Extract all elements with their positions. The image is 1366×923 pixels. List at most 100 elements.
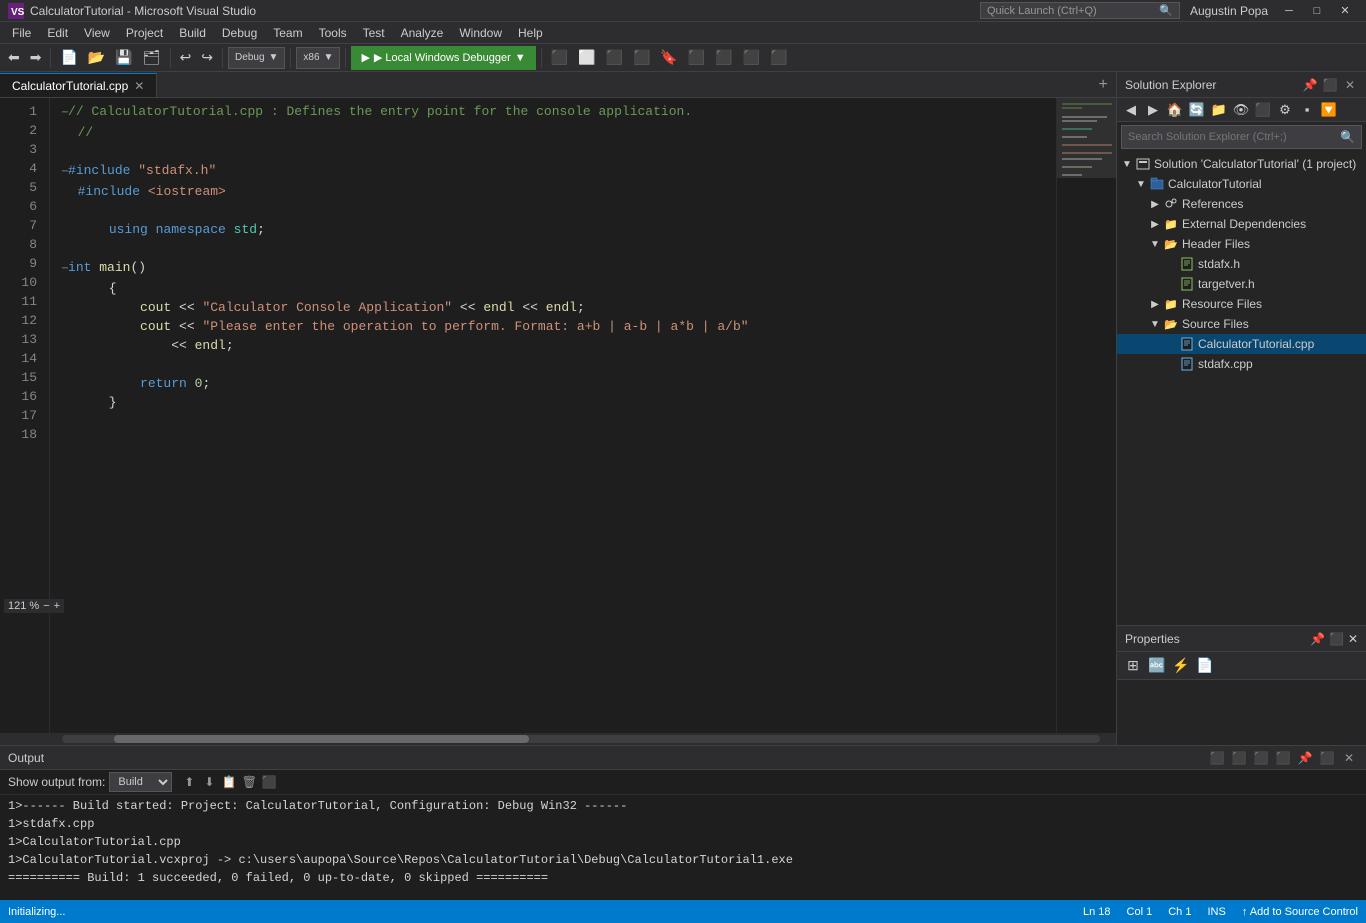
code-content[interactable]: 12345 678910 1112131415 161718 ─// Calcu… bbox=[0, 98, 1116, 733]
menu-build[interactable]: Build bbox=[171, 22, 214, 44]
output-clear2-btn[interactable]: 🗑 bbox=[240, 773, 258, 791]
output-find-btn[interactable]: ⬛ bbox=[1252, 749, 1270, 767]
se-new-folder-btn[interactable]: 📁 bbox=[1209, 100, 1229, 120]
quick-launch-search[interactable]: Quick Launch (Ctrl+Q) 🔍 bbox=[980, 2, 1180, 19]
se-collapse-btn[interactable]: ⬛ bbox=[1253, 100, 1273, 120]
menu-window[interactable]: Window bbox=[451, 22, 510, 44]
expander-header-files[interactable]: ▼ bbox=[1147, 239, 1163, 250]
output-down-btn[interactable]: ⬇ bbox=[200, 773, 218, 791]
toolbar-btn-3[interactable]: ⬛ bbox=[629, 46, 654, 70]
menu-help[interactable]: Help bbox=[510, 22, 551, 44]
output-pin-btn[interactable]: 📌 bbox=[1296, 749, 1314, 767]
status-ln[interactable]: Ln 18 bbox=[1083, 906, 1111, 918]
tree-item-stdafx-h[interactable]: stdafx.h bbox=[1117, 254, 1366, 274]
tree-item-resource-files[interactable]: ▶ 📁 Resource Files bbox=[1117, 294, 1366, 314]
prop-events-btn[interactable]: ⚡ bbox=[1171, 656, 1191, 676]
new-project-button[interactable]: 📄 bbox=[56, 46, 81, 70]
output-source-select[interactable]: Build Debug bbox=[109, 772, 172, 792]
debug-config-dropdown[interactable]: Debug ▼ bbox=[228, 47, 285, 69]
minimize-button[interactable]: ─ bbox=[1276, 1, 1302, 21]
forward-button[interactable]: ➡ bbox=[26, 46, 46, 70]
output-close-btn[interactable]: ✕ bbox=[1340, 749, 1358, 767]
toolbar-btn-6[interactable]: ⬛ bbox=[739, 46, 764, 70]
expander-references[interactable]: ▶ bbox=[1147, 199, 1163, 210]
prop-categorized-btn[interactable]: ⊞ bbox=[1123, 656, 1143, 676]
toolbar-btn-2[interactable]: ⬛ bbox=[602, 46, 627, 70]
expander-resource-files[interactable]: ▶ bbox=[1147, 299, 1163, 310]
platform-dropdown[interactable]: x86 ▼ bbox=[296, 47, 340, 69]
toolbar-btn-5[interactable]: ⬛ bbox=[711, 46, 736, 70]
redo-button[interactable]: ↪ bbox=[197, 46, 217, 70]
output-wrap-btn[interactable]: ⬛ bbox=[1230, 749, 1248, 767]
menu-project[interactable]: Project bbox=[118, 22, 171, 44]
tab-close-icon[interactable]: ✕ bbox=[134, 79, 144, 93]
expander-source-files[interactable]: ▼ bbox=[1147, 319, 1163, 330]
output-copy-btn[interactable]: 📋 bbox=[220, 773, 238, 791]
prop-alpha-btn[interactable]: 🔤 bbox=[1147, 656, 1167, 676]
se-back-btn[interactable]: ◀ bbox=[1121, 100, 1141, 120]
menu-debug[interactable]: Debug bbox=[214, 22, 265, 44]
toolbar-btn-4[interactable]: ⬛ bbox=[684, 46, 709, 70]
tab-calculator-tutorial-cpp[interactable]: CalculatorTutorial.cpp ✕ bbox=[0, 73, 157, 97]
tree-item-calculator-cpp[interactable]: CalculatorTutorial.cpp bbox=[1117, 334, 1366, 354]
back-button[interactable]: ⬅ bbox=[4, 46, 24, 70]
close-panel-button[interactable]: ✕ bbox=[1342, 77, 1358, 93]
expander-external-deps[interactable]: ▶ bbox=[1147, 219, 1163, 230]
output-filter-btn[interactable]: ⬛ bbox=[1274, 749, 1292, 767]
prop-pin-button[interactable]: 📌 bbox=[1310, 632, 1325, 646]
menu-edit[interactable]: Edit bbox=[39, 22, 76, 44]
se-refresh-btn[interactable]: 🔄 bbox=[1187, 100, 1207, 120]
se-show-all-btn[interactable]: 👁 bbox=[1231, 100, 1251, 120]
undo-button[interactable]: ↩ bbox=[176, 46, 196, 70]
status-ch[interactable]: Ch 1 bbox=[1168, 906, 1191, 918]
output-toggle-btn[interactable]: ⬛ bbox=[260, 773, 278, 791]
status-col[interactable]: Col 1 bbox=[1127, 906, 1153, 918]
zoom-increase-btn[interactable]: + bbox=[54, 600, 60, 612]
expander-project[interactable]: ▼ bbox=[1133, 179, 1149, 190]
se-filter-btn[interactable]: 🔽 bbox=[1319, 100, 1339, 120]
tree-item-references[interactable]: ▶ References bbox=[1117, 194, 1366, 214]
close-button[interactable]: ✕ bbox=[1332, 1, 1358, 21]
se-home-btn[interactable]: 🏠 bbox=[1165, 100, 1185, 120]
run-debugger-button[interactable]: ▶ ▶ Local Windows Debugger ▼ bbox=[351, 46, 535, 70]
menu-team[interactable]: Team bbox=[265, 22, 310, 44]
save-all-button[interactable]: 🗂 bbox=[139, 46, 165, 70]
tree-item-external-deps[interactable]: ▶ 📁 External Dependencies bbox=[1117, 214, 1366, 234]
bookmark-button[interactable]: 🔖 bbox=[656, 46, 681, 70]
menu-analyze[interactable]: Analyze bbox=[393, 22, 452, 44]
code-editor[interactable]: ─// CalculatorTutorial.cpp : Defines the… bbox=[50, 98, 1056, 733]
prop-pages-btn[interactable]: 📄 bbox=[1195, 656, 1215, 676]
output-up-btn[interactable]: ⬆ bbox=[180, 773, 198, 791]
status-ins[interactable]: INS bbox=[1207, 906, 1225, 918]
prop-close-button[interactable]: ✕ bbox=[1348, 632, 1358, 646]
tree-item-project[interactable]: ▼ CalculatorTutorial bbox=[1117, 174, 1366, 194]
tree-item-source-files[interactable]: ▼ 📂 Source Files bbox=[1117, 314, 1366, 334]
se-forward-btn[interactable]: ▶ bbox=[1143, 100, 1163, 120]
save-button[interactable]: 💾 bbox=[111, 46, 136, 70]
tree-item-targetver-h[interactable]: targetver.h bbox=[1117, 274, 1366, 294]
tree-item-stdafx-cpp[interactable]: stdafx.cpp bbox=[1117, 354, 1366, 374]
float-button[interactable]: ⬛ bbox=[1322, 77, 1338, 93]
output-clear-btn[interactable]: ⬛ bbox=[1208, 749, 1226, 767]
se-search-box[interactable]: 🔍 bbox=[1121, 125, 1362, 149]
prop-float-button[interactable]: ⬛ bbox=[1329, 632, 1344, 646]
toolbar-btn-1[interactable]: ⬜ bbox=[574, 46, 599, 70]
status-initializing[interactable]: Initializing... bbox=[8, 906, 65, 918]
horizontal-scrollbar[interactable] bbox=[0, 733, 1116, 745]
tree-item-header-files[interactable]: ▼ 📂 Header Files bbox=[1117, 234, 1366, 254]
zoom-decrease-btn[interactable]: − bbox=[43, 600, 49, 612]
expander-solution[interactable]: ▼ bbox=[1119, 159, 1135, 170]
status-source-control[interactable]: ↑ Add to Source Control bbox=[1242, 906, 1358, 918]
open-button[interactable]: 📂 bbox=[84, 46, 109, 70]
pin-button[interactable]: 📌 bbox=[1302, 77, 1318, 93]
se-preview-btn[interactable]: ▪ bbox=[1297, 100, 1317, 120]
breakpoints-button[interactable]: ⬛ bbox=[547, 46, 572, 70]
new-tab-button[interactable]: + bbox=[1090, 73, 1116, 97]
se-search-input[interactable] bbox=[1128, 131, 1336, 143]
se-properties-btn[interactable]: ⚙ bbox=[1275, 100, 1295, 120]
toolbar-btn-7[interactable]: ⬛ bbox=[766, 46, 791, 70]
scroll-thumb[interactable] bbox=[114, 735, 529, 743]
menu-file[interactable]: File bbox=[4, 22, 39, 44]
menu-tools[interactable]: Tools bbox=[311, 22, 355, 44]
menu-view[interactable]: View bbox=[76, 22, 118, 44]
